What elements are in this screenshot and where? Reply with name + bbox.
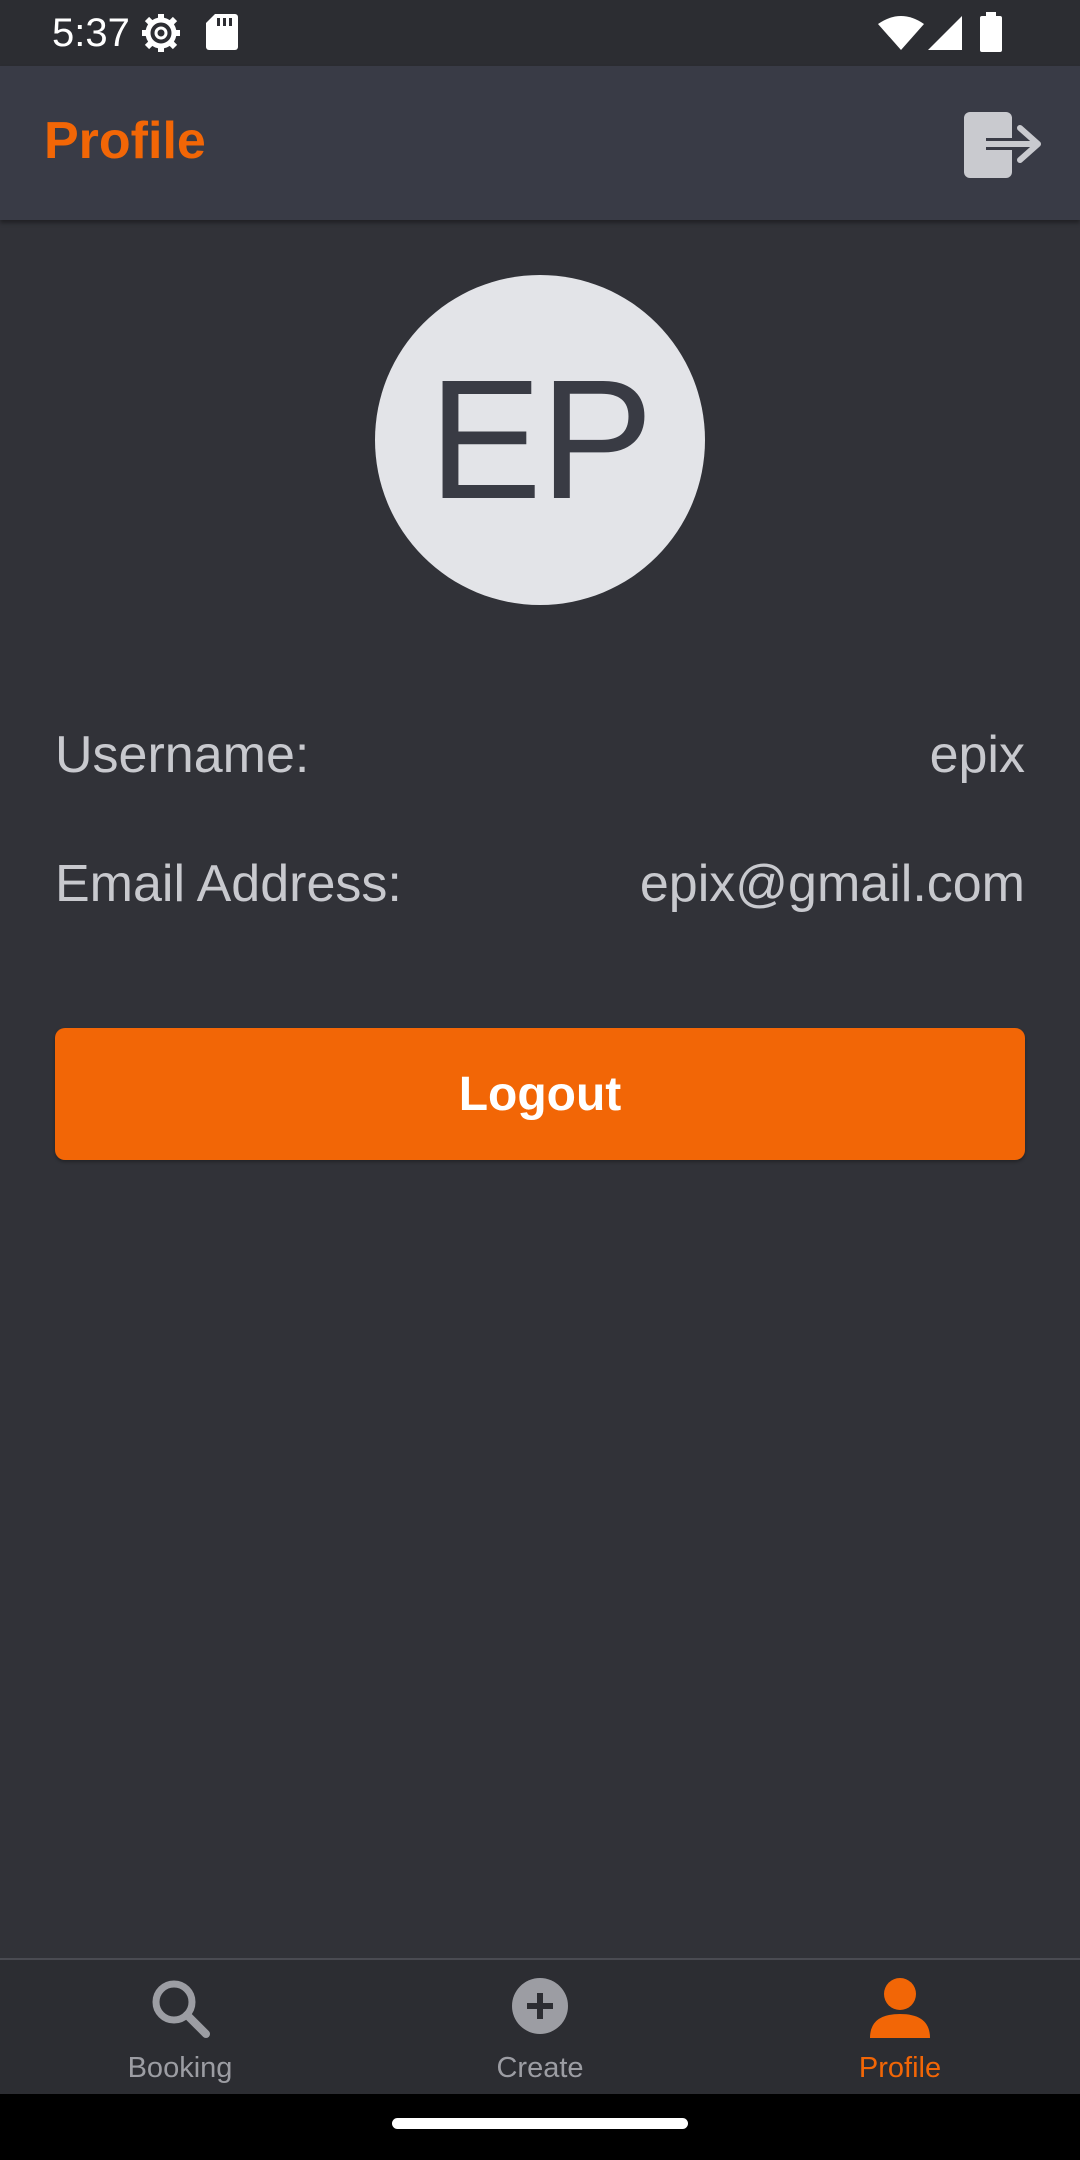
logout-icon-button[interactable]: [956, 104, 1046, 184]
sd-card-icon: [206, 14, 238, 55]
email-value: epix@gmail.com: [639, 855, 1025, 913]
email-label: Email Address:: [55, 855, 402, 913]
status-time: 5:37: [52, 11, 130, 55]
settings-gear-icon: [140, 12, 182, 59]
system-nav-bar: [0, 2094, 1080, 2160]
search-icon: [148, 1976, 212, 2045]
nav-item-profile[interactable]: Profile: [720, 1960, 1080, 2096]
wifi-icon: [878, 16, 924, 55]
nav-label-booking: Booking: [127, 2052, 233, 2084]
status-bar: 5:37: [0, 0, 1080, 66]
logout-button[interactable]: Logout: [55, 1028, 1025, 1160]
avatar-initials: EP: [428, 345, 654, 535]
bottom-nav: Booking Create Profile: [0, 1958, 1080, 2096]
add-circle-icon: [508, 1976, 572, 2045]
logout-icon: [956, 112, 1046, 188]
avatar: EP: [375, 275, 705, 605]
nav-label-create: Create: [496, 2052, 584, 2084]
nav-item-booking[interactable]: Booking: [0, 1960, 360, 2096]
person-icon: [868, 1976, 932, 2045]
battery-icon: [980, 12, 1002, 57]
username-value: epix: [929, 726, 1025, 784]
page-title: Profile: [44, 112, 206, 170]
username-row: Username: epix: [55, 720, 1025, 790]
email-row: Email Address: epix@gmail.com: [55, 849, 1025, 919]
username-label: Username:: [55, 726, 310, 784]
home-gesture-handle[interactable]: [392, 2118, 688, 2129]
profile-screen: 5:37 Profile EP Username: epix Email Add…: [0, 0, 1080, 2160]
app-bar: Profile: [0, 66, 1080, 220]
cell-signal-icon: [928, 16, 962, 55]
nav-item-create[interactable]: Create: [360, 1960, 720, 2096]
nav-label-profile: Profile: [858, 2052, 942, 2084]
